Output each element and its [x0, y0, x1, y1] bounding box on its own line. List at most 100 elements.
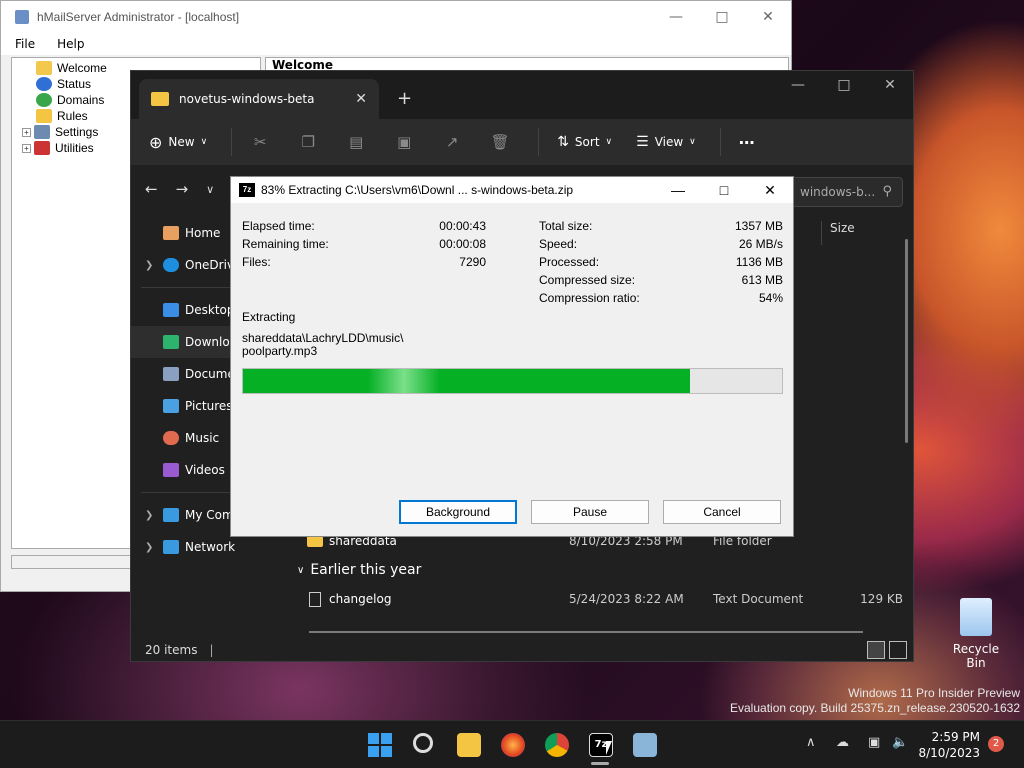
chevron-down-icon: ∨: [297, 564, 305, 576]
minimize-icon[interactable]: —: [775, 77, 821, 93]
maximize-icon[interactable]: □: [701, 182, 747, 199]
view-icon: ☰: [636, 134, 649, 150]
current-file-path: shareddata\LachryLDD\music\: [242, 331, 404, 345]
maximize-icon[interactable]: □: [699, 9, 745, 25]
horizontal-scrollbar[interactable]: [309, 631, 863, 633]
minimize-icon[interactable]: —: [655, 182, 701, 199]
rename-icon[interactable]: ▣: [394, 133, 414, 151]
chevron-right-icon[interactable]: ❯: [145, 510, 153, 521]
network-icon[interactable]: ▣: [868, 735, 880, 750]
chrome-icon[interactable]: [545, 733, 569, 757]
sort-button[interactable]: ⇅ Sort ∨: [557, 134, 612, 150]
pictures-icon: [163, 399, 179, 413]
extraction-progress-dialog: 7z 83% Extracting C:\Users\vm6\Downl ...…: [230, 176, 794, 537]
minimize-icon[interactable]: —: [653, 9, 699, 25]
menu-file[interactable]: File: [15, 37, 35, 51]
star-icon: [36, 61, 52, 75]
notepad-icon[interactable]: [633, 733, 657, 757]
elapsed-time-label: Elapsed time:: [242, 219, 315, 233]
utilities-icon: [34, 141, 50, 155]
search-input[interactable]: windows-b... ⚲: [791, 177, 903, 207]
cut-icon[interactable]: ✂: [250, 133, 270, 151]
cancel-button[interactable]: Cancel: [663, 500, 781, 524]
column-header-size[interactable]: Size: [821, 221, 901, 245]
close-icon[interactable]: ✕: [745, 9, 791, 25]
compression-ratio-value: 54%: [758, 291, 783, 305]
close-icon[interactable]: ✕: [867, 77, 913, 93]
onedrive-icon[interactable]: ☁: [836, 735, 849, 750]
chevron-up-icon[interactable]: ∧: [806, 735, 816, 750]
chevron-right-icon[interactable]: ❯: [145, 542, 153, 553]
folder-icon: [36, 109, 52, 123]
details-view-icon[interactable]: [867, 641, 885, 659]
chevron-right-icon[interactable]: ❯: [145, 260, 153, 271]
speed-label: Speed:: [539, 237, 578, 251]
extraction-progress-bar: [242, 368, 783, 394]
chevron-down-icon: ∨: [200, 137, 208, 147]
new-tab-icon[interactable]: +: [397, 88, 412, 109]
sort-icon: ⇅: [557, 134, 569, 150]
download-icon: [163, 335, 179, 349]
back-icon[interactable]: ←: [145, 180, 158, 198]
start-icon[interactable]: [368, 733, 392, 757]
volume-icon[interactable]: 🔈: [892, 735, 908, 750]
scrollbar[interactable]: [905, 239, 908, 443]
compression-ratio-label: Compression ratio:: [539, 291, 640, 305]
clock[interactable]: 2:59 PM 8/10/2023: [918, 729, 980, 761]
menu-help[interactable]: Help: [57, 37, 84, 51]
firefox-icon[interactable]: [501, 733, 525, 757]
files-value: 7290: [459, 255, 486, 269]
tiles-view-icon[interactable]: [889, 641, 907, 659]
globe-icon: [36, 93, 52, 107]
current-file-name: poolparty.mp3: [242, 344, 318, 358]
zip-app-icon: 7z: [239, 183, 255, 197]
new-button[interactable]: ⊕ New ∨: [149, 133, 207, 152]
explorer-commandbar: ⊕ New ∨ ✂ ❐ ▤ ▣ ↗ 🗑 ⇅ Sort ∨ ☰ View ∨ ⋯: [131, 119, 913, 165]
separator: [719, 128, 721, 156]
compressed-size-value: 613 MB: [741, 273, 783, 287]
view-button[interactable]: ☰ View ∨: [636, 134, 696, 150]
explorer-status-bar: 20 items |: [131, 637, 915, 663]
search-icon[interactable]: [413, 733, 433, 753]
pause-button[interactable]: Pause: [531, 500, 649, 524]
expand-icon[interactable]: +: [22, 127, 31, 137]
background-button[interactable]: Background: [399, 500, 517, 524]
remaining-time-label: Remaining time:: [242, 237, 329, 251]
chevron-down-icon: ∨: [605, 137, 613, 147]
more-options-icon[interactable]: ⋯: [739, 133, 755, 152]
processed-value: 1136 MB: [735, 255, 783, 269]
compressed-size-label: Compressed size:: [539, 273, 636, 287]
expand-icon[interactable]: +: [22, 143, 31, 153]
elapsed-time-value: 00:00:43: [439, 219, 486, 233]
maximize-icon[interactable]: □: [821, 77, 867, 93]
file-explorer-icon[interactable]: [457, 733, 481, 757]
taskbar: 7z ∧ ☁ ▣ 🔈 2:59 PM 8/10/2023 2: [0, 720, 1024, 768]
share-icon[interactable]: ↗: [442, 133, 462, 151]
folder-icon: [151, 92, 169, 106]
delete-icon[interactable]: 🗑: [490, 133, 510, 151]
computer-icon: [163, 508, 179, 522]
zip-title: 83% Extracting C:\Users\vm6\Downl ... s-…: [261, 183, 574, 197]
tab-title: novetus-windows-beta: [179, 92, 315, 106]
recycle-bin[interactable]: Recycle Bin: [944, 598, 1008, 670]
explorer-tabbar: novetus-windows-beta ✕ + — □ ✕: [131, 71, 913, 119]
hmail-app-icon: [15, 10, 29, 24]
copy-icon[interactable]: ❐: [298, 133, 318, 151]
info-icon: [36, 77, 52, 91]
group-header[interactable]: ∨ Earlier this year: [297, 559, 421, 581]
forward-icon[interactable]: →: [176, 180, 189, 198]
zip-titlebar[interactable]: 7z 83% Extracting C:\Users\vm6\Downl ...…: [231, 177, 793, 203]
table-row[interactable]: changelog 5/24/2023 8:22 AM Text Documen…: [309, 588, 909, 610]
close-tab-icon[interactable]: ✕: [355, 91, 367, 107]
active-app-indicator: [591, 762, 609, 765]
extracting-label: Extracting: [242, 310, 296, 324]
chevron-down-icon[interactable]: ∨: [206, 183, 214, 196]
notification-badge[interactable]: 2: [988, 736, 1004, 752]
hmail-titlebar[interactable]: hMailServer Administrator - [localhost] …: [1, 1, 791, 33]
home-icon: [163, 226, 179, 240]
explorer-tab[interactable]: novetus-windows-beta ✕: [139, 79, 379, 119]
close-icon[interactable]: ✕: [747, 182, 793, 199]
paste-icon[interactable]: ▤: [346, 133, 366, 151]
tools-icon: [34, 125, 50, 139]
desktop-icon: [163, 303, 179, 317]
